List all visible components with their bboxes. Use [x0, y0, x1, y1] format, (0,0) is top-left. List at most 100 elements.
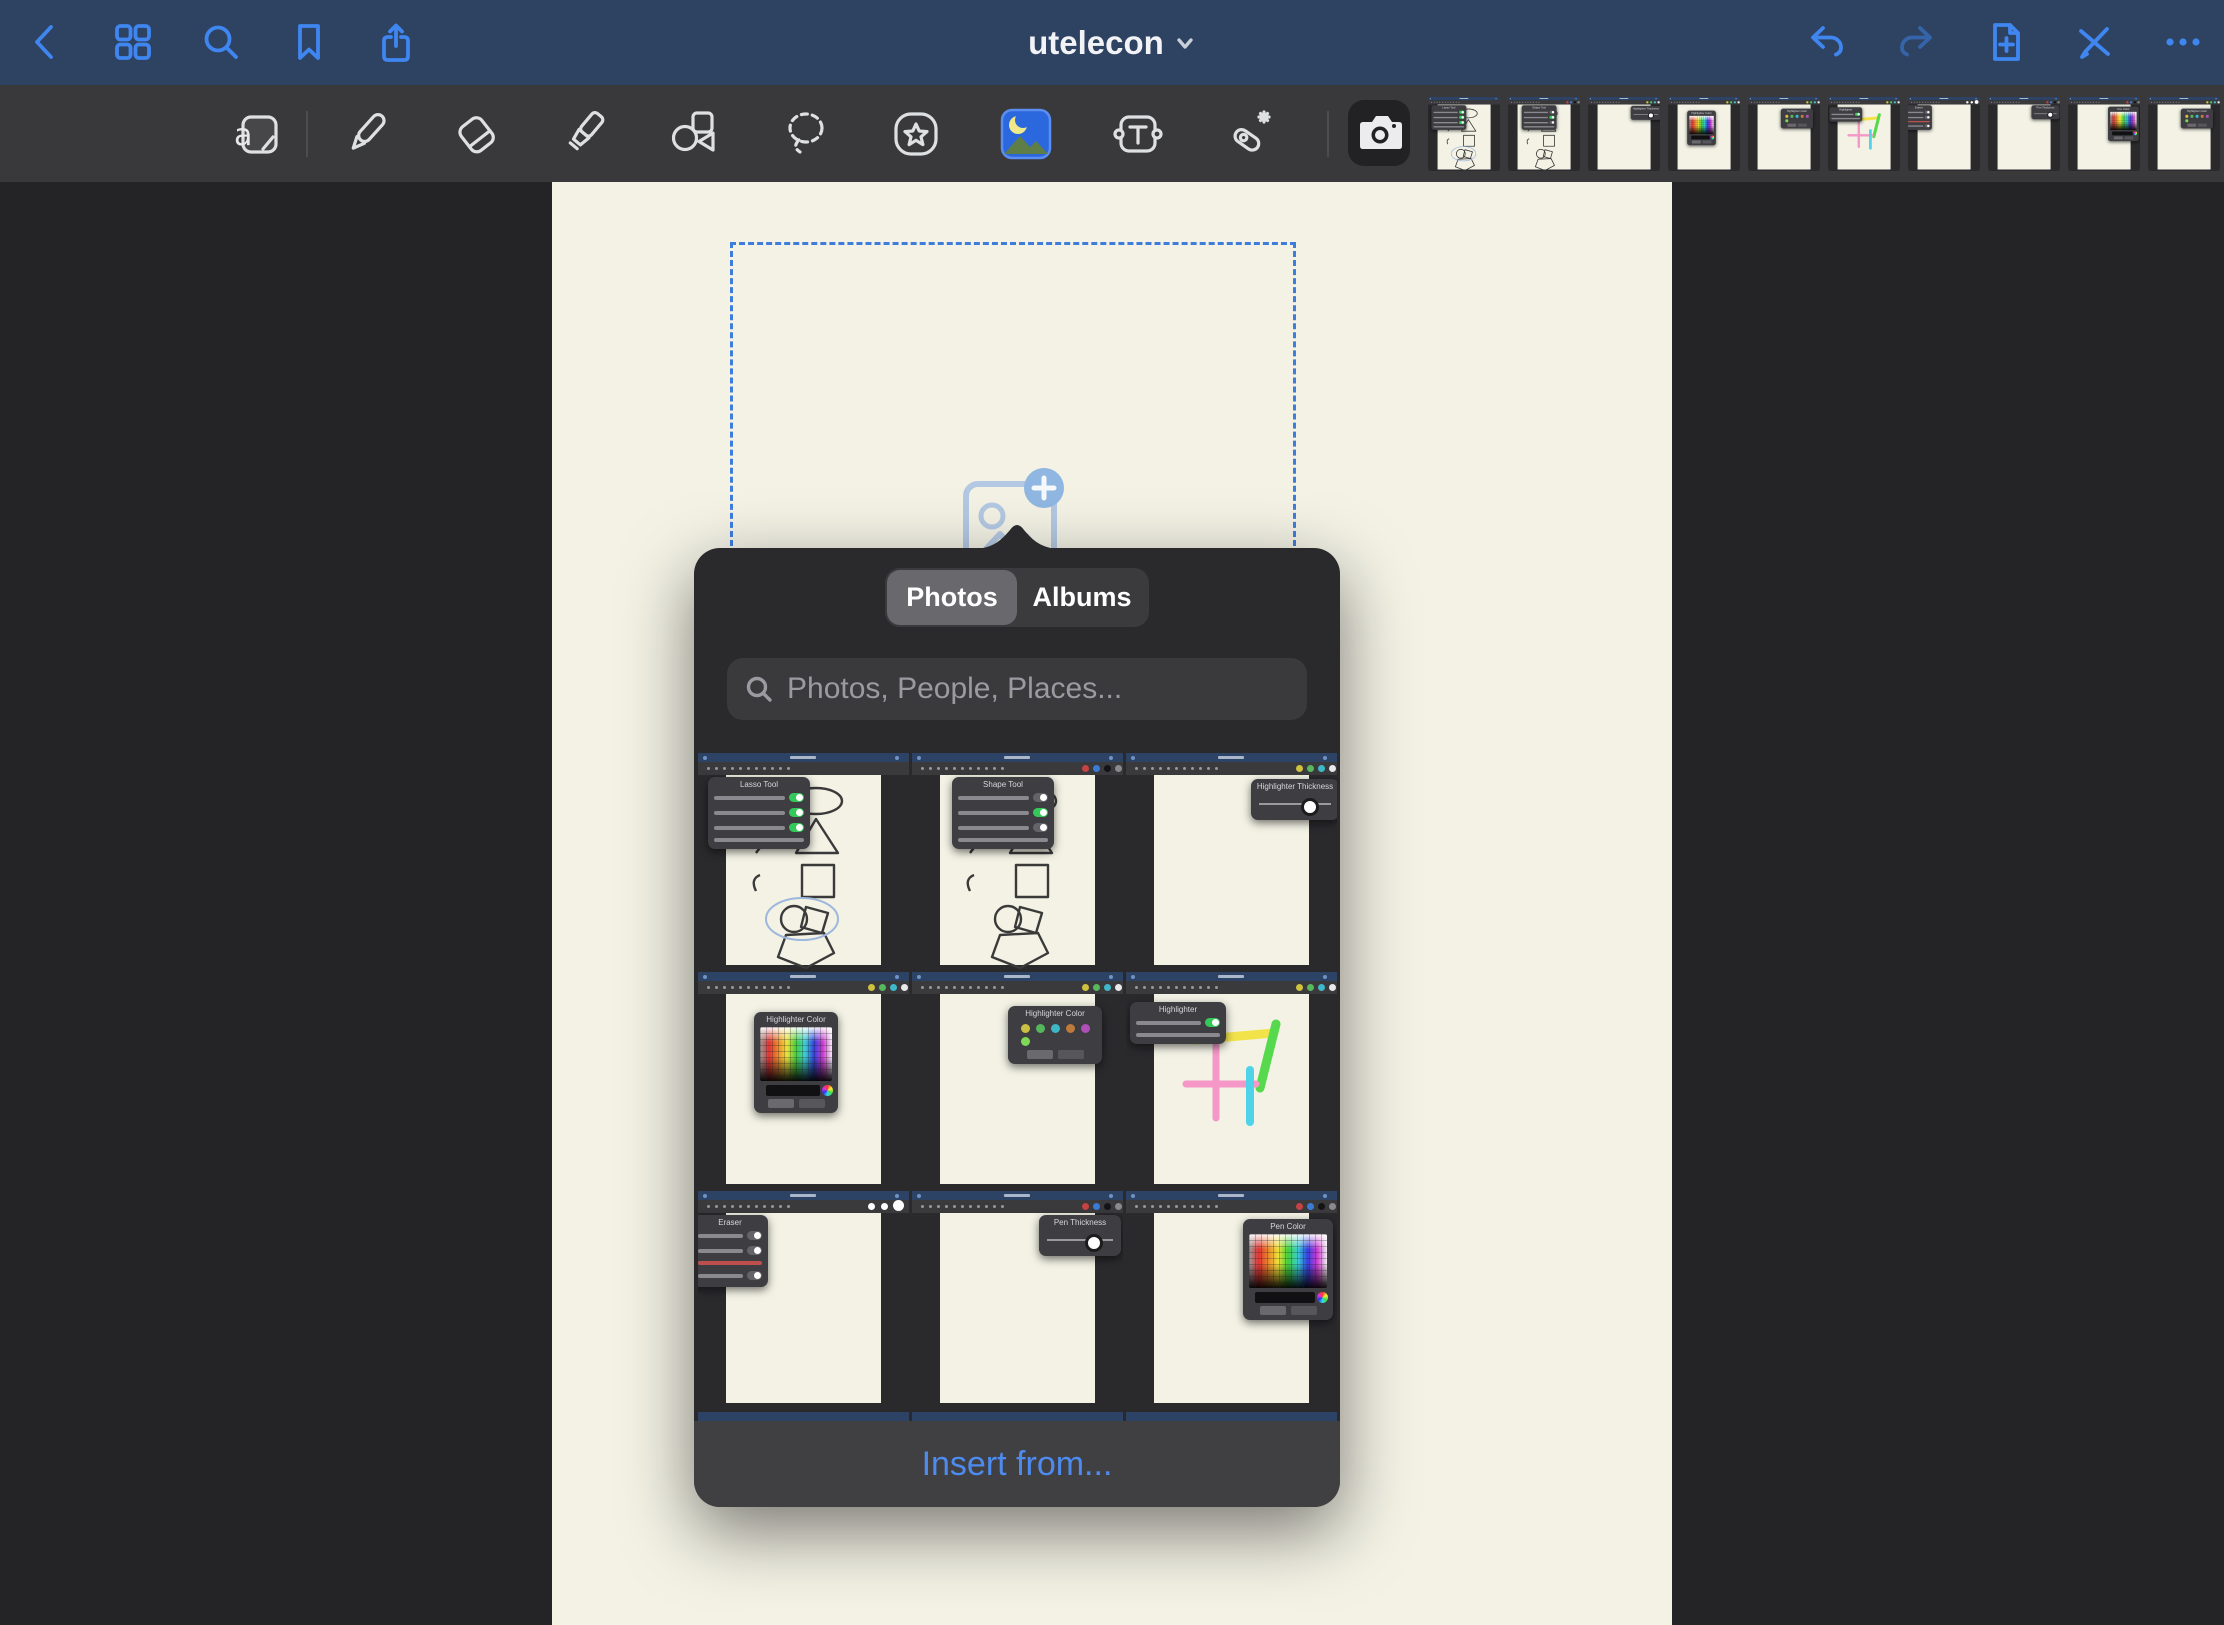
mini-slider — [2034, 110, 2057, 117]
photo-thumbnail[interactable]: Highlighter Color — [698, 972, 909, 1188]
mini-slider — [1633, 111, 1658, 118]
tab-photos[interactable]: Photos — [887, 570, 1017, 625]
photo-thumbnail[interactable]: Highlighter — [1126, 972, 1337, 1188]
tool-shapes[interactable] — [662, 102, 726, 166]
insert-from-button[interactable]: Insert from... — [922, 1445, 1113, 1484]
page-thumbnail[interactable]: Highlighter Color — [1748, 97, 1820, 171]
page-thumbnail-strip: Lasso Tool — [1428, 97, 2220, 171]
mini-toolbar — [912, 1200, 1123, 1213]
photo-thumbnail[interactable]: Highlighter Color — [912, 972, 1123, 1188]
search-button[interactable] — [198, 19, 244, 65]
photo-thumbnail[interactable]: Shape Tool — [912, 753, 1123, 969]
tool-eraser[interactable] — [444, 102, 508, 166]
page-thumbnail[interactable]: Eraser — [1908, 97, 1980, 171]
add-page-icon — [1982, 19, 2028, 65]
mini-tool-panel: Highlighter Color — [754, 1012, 838, 1113]
mini-toolbar — [698, 981, 909, 994]
tab-albums[interactable]: Albums — [1017, 570, 1147, 625]
photo-thumbnail[interactable]: Pen Color — [2068, 97, 2140, 171]
share-button[interactable] — [373, 19, 419, 65]
mini-panel-title: Highlighter Color — [2181, 109, 2213, 113]
page-grid-button[interactable] — [110, 19, 156, 65]
more-button[interactable] — [2160, 19, 2206, 65]
tab-photos-label: Photos — [906, 582, 998, 613]
mini-toolbar — [1126, 762, 1337, 775]
page-thumbnail[interactable]: Highlighter Thickness — [1588, 97, 1660, 171]
photo-thumbnail[interactable]: Shape Tool — [1508, 97, 1580, 171]
page-thumbnail[interactable]: Shape Tool — [1508, 97, 1580, 171]
mini-panel-title: Eraser — [698, 1217, 768, 1228]
stop-editing-button[interactable] — [2071, 19, 2117, 65]
document-title[interactable]: utelecon — [962, 0, 1262, 85]
mini-panel-title: Highlighter Color — [1781, 109, 1813, 113]
mini-tool-panel: Pen Color — [1243, 1219, 1333, 1320]
photo-thumbnail[interactable]: Lasso Tool — [1428, 97, 1500, 171]
mini-nav-bar — [912, 753, 1123, 762]
eraser-icon — [446, 104, 506, 164]
toolbar-divider — [1327, 111, 1329, 157]
photo-thumbnail[interactable]: Eraser — [698, 1191, 909, 1407]
photo-thumbnail[interactable]: Highlighter Color — [2148, 97, 2220, 171]
tool-lasso[interactable] — [774, 102, 838, 166]
page-thumbnail[interactable]: Highlighter — [1828, 97, 1900, 171]
photo-thumbnail[interactable]: Lasso Tool — [698, 753, 909, 969]
tool-stickers[interactable] — [884, 102, 948, 166]
bookmark-button[interactable] — [286, 19, 332, 65]
camera-button[interactable] — [1348, 100, 1410, 166]
mini-tool-panel: Highlighter — [1829, 107, 1862, 121]
mini-tool-panel: Eraser — [1908, 105, 1932, 130]
mini-color-dots — [868, 1203, 875, 1210]
page-thumbnail[interactable]: Lasso Tool — [1428, 97, 1500, 171]
redo-button[interactable] — [1893, 19, 1939, 65]
mini-nav-bar — [1126, 753, 1337, 762]
add-page-button[interactable] — [1982, 19, 2028, 65]
page-thumbnail[interactable]: Pen Thickness — [1988, 97, 2060, 171]
photo-thumbnail[interactable]: Highlighter Thickness — [1126, 753, 1337, 969]
mini-panel-buttons — [2108, 136, 2139, 139]
photo-thumbnail[interactable]: Highlighter Color — [1748, 97, 1820, 171]
photo-thumbnail[interactable]: Pen Color — [1126, 1191, 1337, 1407]
undo-icon — [1804, 19, 1850, 65]
mini-toolbar — [912, 981, 1123, 994]
photo-thumbnail[interactable]: Pen Thickness — [912, 1191, 1123, 1407]
photo-thumbnail[interactable]: Highlighter — [1828, 97, 1900, 171]
mini-panel-title: Lasso Tool — [708, 779, 810, 790]
mini-panel-title: Highlighter Thickness — [1251, 781, 1337, 792]
tool-highlighter[interactable] — [551, 102, 615, 166]
shapes-icon — [664, 104, 724, 164]
undo-button[interactable] — [1804, 19, 1850, 65]
photos-albums-segmented-control: Photos Albums — [885, 568, 1149, 627]
photo-search-field[interactable] — [727, 658, 1307, 720]
highlighter-icon — [553, 104, 613, 164]
photo-thumbnail[interactable]: Highlighter Thickness — [1588, 97, 1660, 171]
mini-color-dots — [1082, 984, 1089, 991]
mini-panel-buttons — [1243, 1306, 1333, 1315]
tool-laser-pointer[interactable] — [1218, 102, 1282, 166]
mini-hex-field — [2112, 132, 2133, 136]
photo-thumbnail[interactable]: Highlighter Color — [1668, 97, 1740, 171]
tool-pen[interactable] — [334, 102, 398, 166]
photo-thumbnail[interactable]: Eraser — [1908, 97, 1980, 171]
back-button[interactable] — [22, 19, 68, 65]
tool-document-mode[interactable]: a — [224, 102, 288, 166]
page-thumbnail[interactable]: Highlighter Color — [1668, 97, 1740, 171]
mini-tool-panel: Shape Tool — [952, 777, 1054, 849]
svg-text:a: a — [234, 118, 252, 153]
image-tool-icon — [996, 104, 1056, 164]
popover-footer: Insert from... — [694, 1421, 1340, 1507]
mini-color-dots — [1726, 101, 1728, 103]
mini-tool-panel: Highlighter Thickness — [1631, 106, 1660, 120]
page-thumbnail[interactable]: Pen Color — [2068, 97, 2140, 171]
mini-hex-field — [766, 1085, 820, 1096]
photo-thumbnail[interactable]: Pen Thickness — [1988, 97, 2060, 171]
mini-slider — [1259, 794, 1331, 814]
mini-panel-title: Pen Color — [2108, 107, 2139, 111]
search-input[interactable] — [787, 672, 1291, 706]
tool-text[interactable] — [1106, 102, 1170, 166]
tool-image[interactable] — [994, 102, 1058, 166]
mini-color-dots — [1082, 1203, 1089, 1210]
mini-panel-title: Pen Thickness — [1039, 1217, 1121, 1228]
mini-color-dots — [2206, 101, 2208, 103]
mini-panel-title: Pen Color — [1243, 1221, 1333, 1232]
page-thumbnail[interactable]: Highlighter Color — [2148, 97, 2220, 171]
